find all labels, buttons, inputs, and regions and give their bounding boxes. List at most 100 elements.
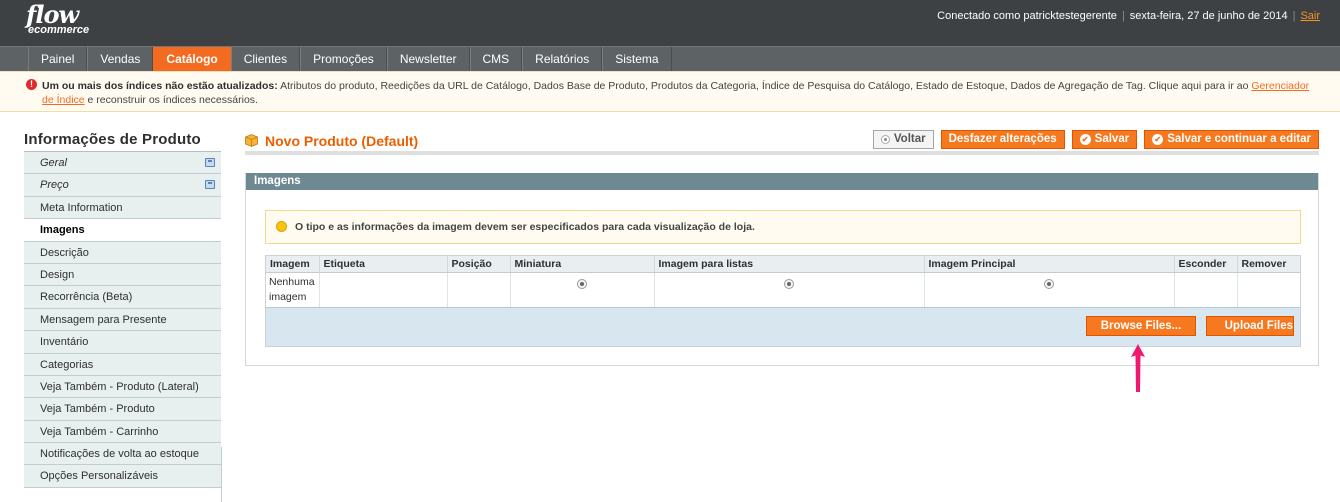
product-info-sidebar: Informações de Produto Geral Preço Meta … <box>24 126 221 488</box>
base-image-radio[interactable] <box>1044 279 1054 289</box>
nav-item-clientes[interactable]: Clientes <box>230 47 301 72</box>
sidebar-item-related[interactable]: Veja Também - Produto <box>24 398 221 421</box>
sidebar-item-label: Opções Personalizáveis <box>40 470 159 483</box>
logo[interactable]: flow ecommerce <box>26 3 89 36</box>
main-nav: Painel Vendas Catálogo Clientes Promoçõe… <box>0 46 1340 72</box>
sidebar-item-label: Veja Também - Carrinho <box>40 425 159 438</box>
message-bold: Um ou mais dos índices não estão atualiz… <box>42 80 278 92</box>
col-esconder: Esconder <box>1174 256 1238 273</box>
nav-item-painel[interactable]: Painel <box>28 47 88 72</box>
sidebar-item-label: Descrição <box>40 246 89 259</box>
system-message-text: Um ou mais dos índices não estão atualiz… <box>42 79 1322 107</box>
sidebar-item-preco[interactable]: Preço <box>24 174 221 197</box>
sidebar-item-design[interactable]: Design <box>24 263 221 287</box>
error-icon: ! <box>26 79 37 90</box>
images-fieldset: Imagens O tipo e as informações da image… <box>245 173 1319 366</box>
back-button-label: Voltar <box>893 133 926 145</box>
current-date: sexta-feira, 27 de junho de 2014 <box>1129 10 1288 22</box>
table-row: Nenhuma imagem <box>266 272 1300 308</box>
hide-cell <box>1174 272 1238 307</box>
col-miniatura: Miniatura <box>510 256 655 273</box>
save-button-label: Salvar <box>1094 133 1130 145</box>
save-changes-icon <box>205 180 215 190</box>
sidebar-item-descricao[interactable]: Descrição <box>24 241 221 264</box>
sidebar-item-recorrencia[interactable]: Recorrência (Beta) <box>24 286 221 309</box>
col-posicao: Posição <box>447 256 511 273</box>
sidebar-item-geral[interactable]: Geral <box>24 152 221 175</box>
system-message: ! Um ou mais dos índices não estão atual… <box>0 71 1340 112</box>
col-imagem-principal: Imagem Principal <box>924 256 1175 273</box>
uploader-bar: Browse Files... Upload Files <box>266 307 1300 346</box>
sidebar-item-inventario[interactable]: Inventário <box>24 331 221 354</box>
sidebar-item-label: Veja Também - Produto (Lateral) <box>40 380 199 393</box>
images-grid: Imagem Etiqueta Posição Miniatura Imagem… <box>265 255 1301 347</box>
images-section-header: Imagens <box>246 173 1318 190</box>
nav-item-relatorios[interactable]: Relatórios <box>522 47 603 72</box>
sidebar-item-stock-alerts[interactable]: Notificações de volta ao estoque <box>24 443 221 466</box>
message-tail: e reconstruir os índices necessários. <box>84 94 258 106</box>
annotation-arrow-icon <box>1131 344 1145 392</box>
reset-button[interactable]: Desfazer alterações <box>940 130 1065 149</box>
sidebar-item-label: Recorrência (Beta) <box>40 291 133 304</box>
sidebar-item-crosssell[interactable]: Veja Também - Carrinho <box>24 420 221 444</box>
sidebar-item-meta-information[interactable]: Meta Information <box>24 196 221 220</box>
sidebar-item-label: Meta Information <box>40 201 123 214</box>
nav-item-promocoes[interactable]: Promoções <box>300 47 387 72</box>
base-image-cell <box>924 272 1175 307</box>
image-notice-text: O tipo e as informações da imagem devem … <box>295 221 755 233</box>
remove-cell <box>1237 273 1300 308</box>
small-image-radio[interactable] <box>784 279 794 289</box>
checkmark-icon: ✔ <box>1079 134 1091 145</box>
position-cell <box>447 272 511 307</box>
sidebar-title: Informações de Produto <box>24 126 221 152</box>
thumbnail-cell <box>510 272 655 307</box>
save-continue-button[interactable]: ✔ Salvar e continuar a editar <box>1144 130 1319 149</box>
sidebar-item-label: Inventário <box>40 336 89 349</box>
upload-files-button[interactable]: Upload Files <box>1206 316 1294 336</box>
col-imagem: Imagem <box>266 256 320 273</box>
header-user-info: Conectado como patricktestegerente | sexta… <box>937 10 1320 22</box>
logout-link[interactable]: Sair <box>1300 10 1320 22</box>
image-notice: O tipo e as informações da imagem devem … <box>265 210 1301 244</box>
message-text: Atributos do produto, Reedições da URL d… <box>277 80 1252 92</box>
save-changes-icon <box>205 158 215 167</box>
sidebar-item-label: Mensagem para Presente <box>40 313 167 326</box>
product-box-icon <box>245 134 258 147</box>
nav-item-newsletter[interactable]: Newsletter <box>386 47 470 72</box>
col-etiqueta: Etiqueta <box>319 256 448 273</box>
page-actions: Voltar Desfazer alterações ✔ Salvar ✔ Salv… <box>872 130 1319 149</box>
checkmark-icon: ✔ <box>1152 134 1164 145</box>
sidebar-item-label: Veja Também - Produto <box>40 403 155 416</box>
thumbnail-radio[interactable] <box>577 279 587 289</box>
sidebar-divider <box>221 447 222 502</box>
page-header: Novo Produto (Default) Voltar Desfazer a… <box>245 128 1319 155</box>
sidebar-item-imagens[interactable]: Imagens <box>24 219 221 242</box>
sidebar-item-upsell[interactable]: Veja Também - Produto (Lateral) <box>24 375 221 399</box>
nav-item-sistema[interactable]: Sistema <box>602 47 672 72</box>
sidebar-item-categorias[interactable]: Categorias <box>24 353 221 376</box>
sidebar-item-label: Categorias <box>40 358 94 371</box>
col-imagem-listas: Imagem para listas <box>654 256 925 273</box>
back-icon <box>880 135 890 144</box>
nav-item-catalogo[interactable]: Catálogo <box>153 47 231 72</box>
save-continue-label: Salvar e continuar a editar <box>1167 133 1311 145</box>
sidebar-item-label: Design <box>40 268 75 281</box>
save-button[interactable]: ✔ Salvar <box>1071 130 1138 149</box>
connected-user: Conectado como patricktestegerente <box>937 10 1117 22</box>
reset-button-label: Desfazer alterações <box>948 133 1057 145</box>
sidebar-item-custom-options[interactable]: Opções Personalizáveis <box>24 465 221 488</box>
nav-item-vendas[interactable]: Vendas <box>87 47 154 72</box>
sidebar-item-label: Imagens <box>40 224 85 237</box>
nav-item-cms[interactable]: CMS <box>469 47 523 72</box>
small-image-cell <box>654 272 925 307</box>
label-cell <box>319 272 448 307</box>
lightbulb-icon <box>276 221 287 232</box>
sidebar-item-mensagem-presente[interactable]: Mensagem para Presente <box>24 308 221 332</box>
admin-header: flow ecommerce Conectado como patricktes… <box>0 0 1340 46</box>
browse-files-button[interactable]: Browse Files... <box>1086 316 1196 336</box>
page-title: Novo Produto (Default) <box>265 133 419 149</box>
sidebar-item-label: Notificações de volta ao estoque <box>40 448 199 461</box>
no-image-cell: Nenhuma imagem <box>266 272 320 307</box>
sidebar-item-label: Preço <box>40 179 69 192</box>
back-button[interactable]: Voltar <box>872 130 934 149</box>
